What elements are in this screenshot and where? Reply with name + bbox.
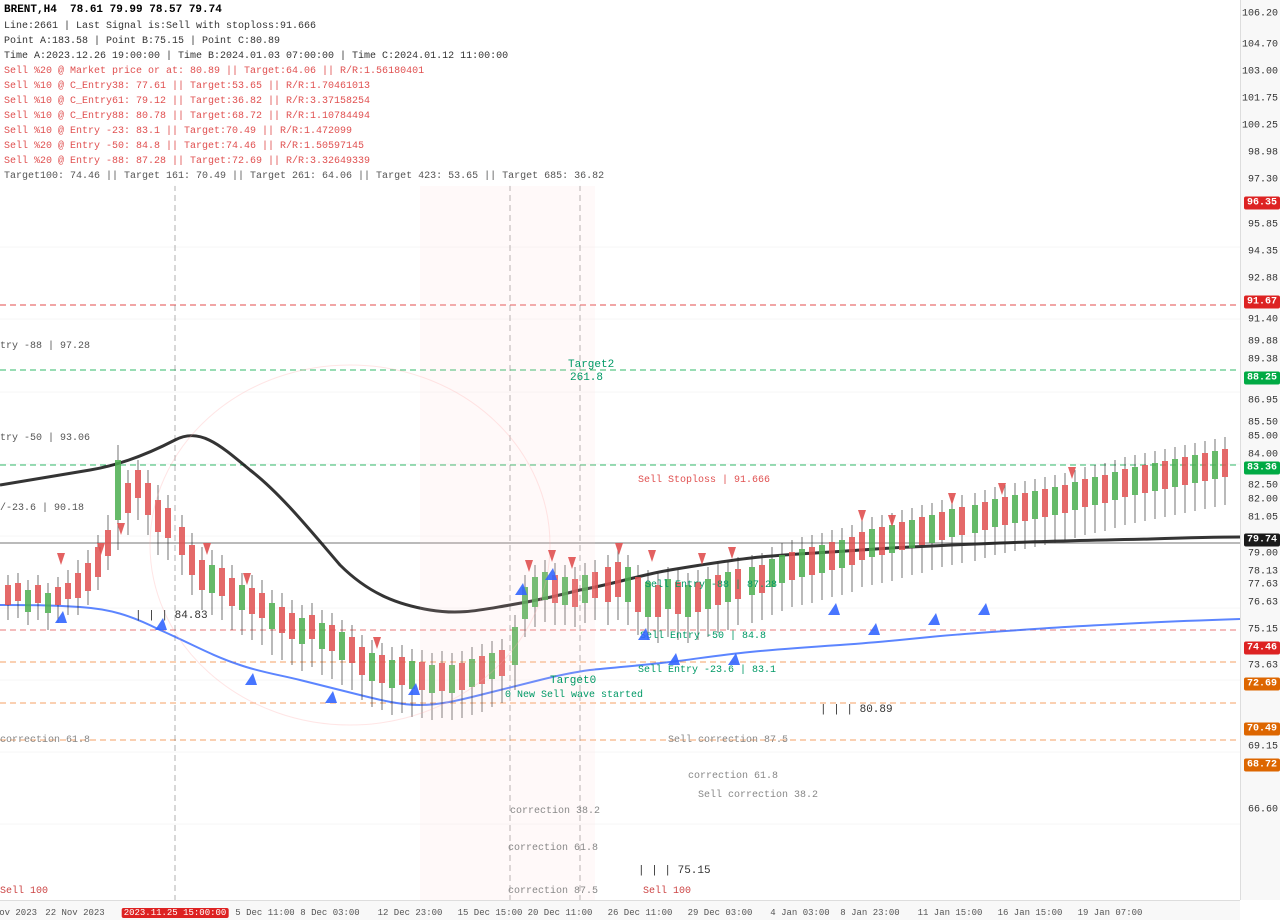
- time-dec29: 29 Dec 03:00: [688, 908, 753, 918]
- time-jan19: 19 Jan 07:00: [1078, 908, 1143, 918]
- price-84: 84.00: [1248, 449, 1278, 460]
- time-dec15: 15 Dec 15:00: [458, 908, 523, 918]
- price-97: 97.30: [1248, 175, 1278, 186]
- price-81: 81.05: [1248, 512, 1278, 523]
- point-info: Point A:183.58 | Point B:75.15 | Point C…: [4, 34, 1236, 49]
- price-93: 92.88: [1248, 274, 1278, 285]
- price-88-badge: 88.25: [1244, 372, 1280, 385]
- price-96-badge: 96.35: [1244, 196, 1280, 209]
- svg-text:| | | 84.83: | | | 84.83: [135, 610, 208, 622]
- price-91-4: 91.40: [1248, 314, 1278, 325]
- svg-text:correction 38.2: correction 38.2: [510, 805, 600, 817]
- time-jan8: 8 Jan 23:00: [840, 908, 899, 918]
- svg-text:0 New Sell wave started: 0 New Sell wave started: [505, 689, 643, 701]
- svg-text:261.8: 261.8: [570, 372, 603, 384]
- svg-text:Sell Stoploss | 91.666: Sell Stoploss | 91.666: [638, 474, 770, 486]
- svg-text:correction 61.8: correction 61.8: [0, 734, 90, 746]
- svg-text:Target2: Target2: [568, 359, 614, 371]
- time-nov22: 22 Nov 2023: [45, 908, 104, 918]
- svg-text:Sell 100: Sell 100: [643, 885, 691, 897]
- chart-container: BRENT,H4 78.61 79.99 78.57 79.74 Line:26…: [0, 0, 1280, 920]
- price-77: 77.63: [1248, 580, 1278, 591]
- svg-text:| | | 75.15: | | | 75.15: [638, 865, 711, 877]
- svg-text:correction 61.8: correction 61.8: [508, 842, 598, 854]
- price-75: 75.15: [1248, 625, 1278, 636]
- price-83-badge: 83.36: [1244, 462, 1280, 475]
- price-99: 98.98: [1248, 148, 1278, 159]
- time-jan4: 4 Jan 03:00: [770, 908, 829, 918]
- price-78: 78.13: [1248, 566, 1278, 577]
- price-69: 69.15: [1248, 742, 1278, 753]
- price-94: 94.35: [1248, 247, 1278, 258]
- svg-text:Sell correction 87.5: Sell correction 87.5: [668, 734, 788, 746]
- time-dec5: 5 Dec 11:00: [235, 908, 294, 918]
- targets-line: Target100: 74.46 || Target 161: 70.49 ||…: [4, 169, 1236, 184]
- time-jan11: 11 Jan 15:00: [918, 908, 983, 918]
- price-70-badge: 70.49: [1244, 723, 1280, 736]
- price-86: 85.50: [1248, 418, 1278, 429]
- svg-text:/-23.6 | 90.18: /-23.6 | 90.18: [0, 502, 84, 514]
- price-79: 79.00: [1248, 548, 1278, 559]
- time-info: Time A:2023.12.26 19:00:00 | Time B:2024…: [4, 49, 1236, 64]
- svg-text:correction 61.8: correction 61.8: [688, 770, 778, 782]
- svg-text:Sell 100: Sell 100: [0, 885, 48, 897]
- time-dec26: 26 Dec 11:00: [608, 908, 673, 918]
- chart-title: BRENT,H4 78.61 79.99 78.57 79.74: [4, 2, 1236, 19]
- sell-line-3: Sell %10 @ C_Entry61: 79.12 || Target:36…: [4, 94, 1236, 109]
- sell-line-1: Sell %20 @ Market price or at: 80.89 || …: [4, 64, 1236, 79]
- top-info: BRENT,H4 78.61 79.99 78.57 79.74 Line:26…: [0, 0, 1240, 186]
- price-68-badge: 68.72: [1244, 759, 1280, 772]
- time-dec12: 12 Dec 23:00: [378, 908, 443, 918]
- svg-text:try -88 | 97.28: try -88 | 97.28: [0, 340, 90, 352]
- svg-text:Sell Entry -88 | 87.28: Sell Entry -88 | 87.28: [645, 579, 777, 591]
- price-106: 106.20: [1242, 8, 1278, 19]
- svg-text:try -50 | 93.06: try -50 | 93.06: [0, 432, 90, 444]
- price-76: 76.63: [1248, 598, 1278, 609]
- sell-line-4: Sell %10 @ C_Entry88: 80.78 || Target:68…: [4, 109, 1236, 124]
- time-dec20: 20 Dec 11:00: [528, 908, 593, 918]
- sell-line-5: Sell %10 @ Entry -23: 83.1 || Target:70.…: [4, 124, 1236, 139]
- svg-text:correction 87.5: correction 87.5: [508, 885, 598, 897]
- svg-text:Target0: Target0: [550, 675, 596, 687]
- price-100: 100.25: [1242, 121, 1278, 132]
- price-89: 89.38: [1248, 355, 1278, 366]
- time-jan16: 16 Jan 15:00: [998, 908, 1063, 918]
- price-90: 89.88: [1248, 337, 1278, 348]
- price-current-badge: 79.74: [1244, 534, 1280, 547]
- price-66: 66.60: [1248, 805, 1278, 816]
- time-dec8: 8 Dec 03:00: [300, 908, 359, 918]
- price-104: 104.70: [1242, 40, 1278, 51]
- price-74-badge: 74.46: [1244, 642, 1280, 655]
- sell-line-7: Sell %20 @ Entry -88: 87.28 || Target:72…: [4, 154, 1236, 169]
- price-82: 82.00: [1248, 494, 1278, 505]
- price-103: 103.00: [1242, 67, 1278, 78]
- time-nov25-badge: 2023.11.25 15:00:00: [122, 908, 229, 918]
- sell-line-2: Sell %10 @ C_Entry38: 77.61 || Target:53…: [4, 79, 1236, 94]
- line-info: Line:2661 | Last Signal is:Sell with sto…: [4, 19, 1236, 34]
- price-axis: 106.20 104.70 103.00 101.75 100.25 98.98…: [1240, 0, 1280, 900]
- time-axis: 5 Nov 2023 22 Nov 2023 2023.11.25 15:00:…: [0, 900, 1240, 920]
- sell-line-6: Sell %20 @ Entry -50: 84.8 || Target:74.…: [4, 139, 1236, 154]
- price-91-badge: 91.67: [1244, 295, 1280, 308]
- svg-text:Sell Entry -50 | 84.8: Sell Entry -50 | 84.8: [640, 630, 766, 642]
- price-87: 86.95: [1248, 395, 1278, 406]
- svg-text:Sell Entry -23.6 | 83.1: Sell Entry -23.6 | 83.1: [638, 664, 776, 676]
- price-82-5: 82.50: [1248, 481, 1278, 492]
- price-95: 95.85: [1248, 220, 1278, 231]
- svg-text:| | | 80.89: | | | 80.89: [820, 704, 893, 716]
- price-101: 101.75: [1242, 94, 1278, 105]
- price-73: 73.63: [1248, 661, 1278, 672]
- time-nov5: 5 Nov 2023: [0, 908, 37, 918]
- chart-svg[interactable]: 261.8 Target0 0 New Sell wave started Ta…: [0, 175, 1240, 900]
- svg-text:Sell correction 38.2: Sell correction 38.2: [698, 789, 818, 801]
- price-72-badge: 72.69: [1244, 678, 1280, 691]
- price-85: 85.00: [1248, 431, 1278, 442]
